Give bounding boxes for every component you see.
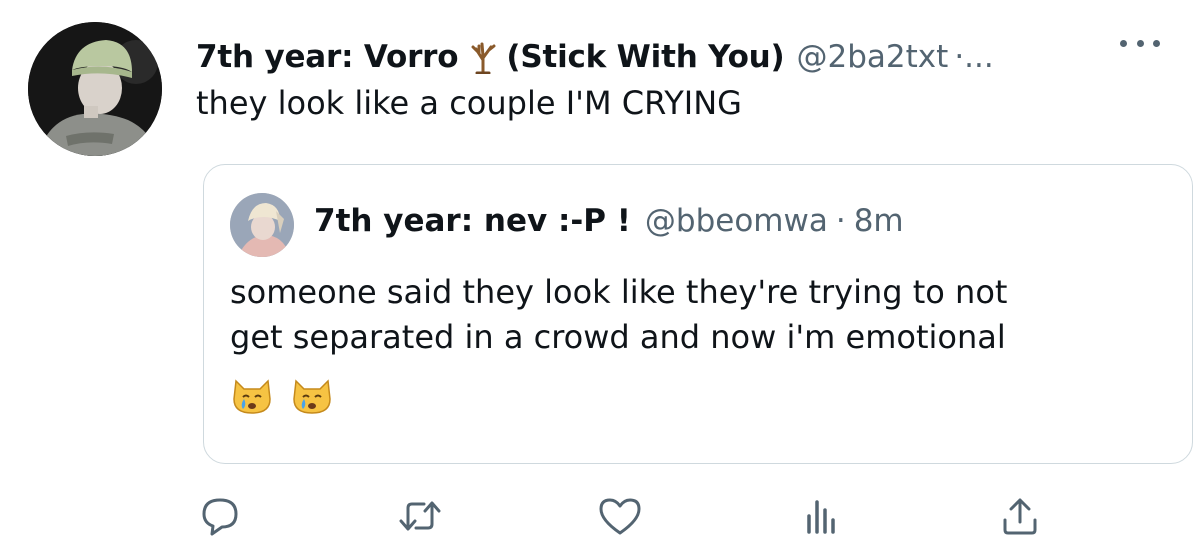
- quoted-tweet[interactable]: 7th year: nev :-P ! @bbeomwa · 8m someon…: [203, 164, 1193, 464]
- reply-button[interactable]: [190, 488, 250, 544]
- crying-cat-face-icon: [290, 375, 334, 415]
- author-display-name[interactable]: 7th year: Vorro: [196, 39, 459, 75]
- tweet-text: they look like a couple I'M CRYING: [196, 84, 742, 122]
- more-dot: [1120, 39, 1127, 47]
- quote-emoji-row: [230, 375, 334, 415]
- quote-author-display-name[interactable]: 7th year: nev :-P !: [314, 203, 631, 239]
- author-avatar[interactable]: [28, 22, 162, 156]
- retweet-button[interactable]: [390, 488, 450, 544]
- crying-cat-face-icon: [230, 375, 274, 415]
- tweet-action-bar: [0, 488, 1200, 544]
- retweet-icon: [396, 494, 444, 538]
- header-separator: ·...: [954, 39, 994, 75]
- more-dot: [1136, 39, 1144, 47]
- author-name-suffix[interactable]: (Stick With You): [506, 39, 784, 75]
- bare-tree-icon: [468, 40, 498, 75]
- more-options-icon[interactable]: [1120, 28, 1160, 58]
- quote-author-handle[interactable]: @bbeomwa: [645, 203, 828, 239]
- quote-timestamp[interactable]: 8m: [854, 203, 904, 239]
- share-icon: [998, 494, 1042, 538]
- analytics-button[interactable]: [790, 488, 850, 544]
- quote-text-line: someone said they look like they're tryi…: [230, 273, 1008, 311]
- share-button[interactable]: [990, 488, 1050, 544]
- more-dot: [1153, 39, 1160, 47]
- quote-author-avatar[interactable]: [230, 193, 294, 257]
- heart-icon: [597, 494, 643, 538]
- author-handle[interactable]: @2ba2txt: [797, 39, 949, 75]
- tweet-header: 7th year: Vorro (Stick With You) @2ba2tx…: [196, 34, 1160, 80]
- quote-separator-dot: ·: [835, 203, 846, 239]
- tweet: 7th year: Vorro (Stick With You) @2ba2tx…: [0, 0, 1200, 559]
- quote-text-line: get separated in a crowd and now i'm emo…: [230, 318, 1006, 356]
- reply-icon: [198, 494, 242, 538]
- quote-header: 7th year: nev :-P ! @bbeomwa · 8m: [314, 203, 904, 239]
- analytics-icon: [800, 494, 840, 538]
- like-button[interactable]: [590, 488, 650, 544]
- quote-text: someone said they look like they're tryi…: [230, 270, 1170, 360]
